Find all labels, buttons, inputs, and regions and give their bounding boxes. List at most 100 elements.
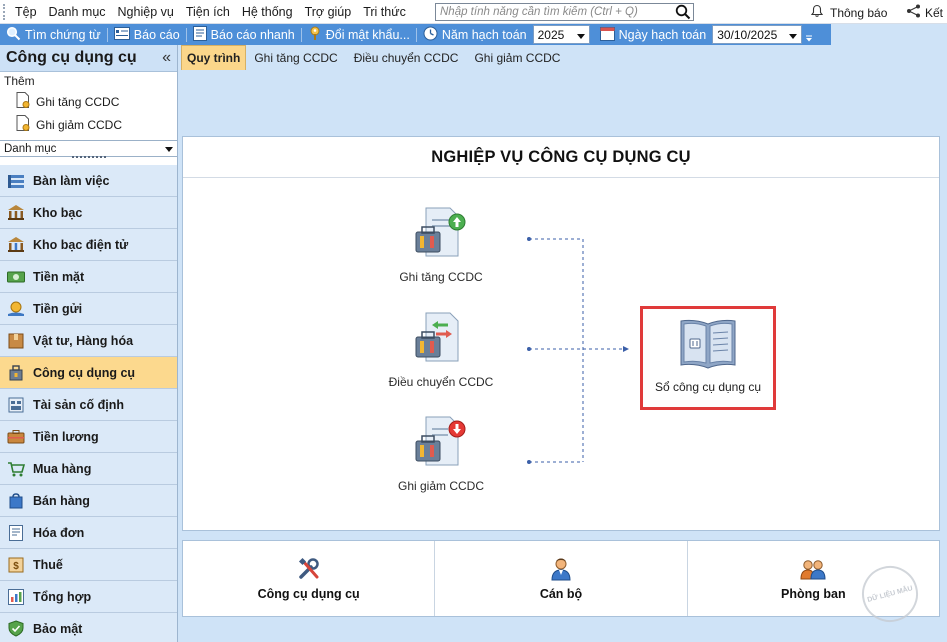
bell-icon [810,4,824,21]
toolbar-overflow-button[interactable] [802,24,816,45]
nav-deposit[interactable]: Tiền gửi [0,293,177,325]
nav-salary[interactable]: Tiền lương [0,421,177,453]
collapse-sidebar-button[interactable]: « [162,49,171,67]
fixed-asset-icon [7,396,25,414]
tax-icon: $ [7,556,25,574]
notification-button[interactable]: Thông báo [810,4,887,21]
add-decrease-tool-link[interactable]: Ghi giảm CCDC [0,113,177,136]
tab-workflow[interactable]: Quy trình [181,45,247,70]
nav-invoice[interactable]: Hóa đơn [0,517,177,549]
posting-date-select[interactable]: 30/10/2025 [712,25,803,44]
tools-icon [7,364,25,382]
treasury-icon [7,204,25,222]
workflow-panel: NGHIỆP VỤ CÔNG CỤ DỤNG CỤ Ghi tăng CCDC [182,136,940,531]
staff-category-link[interactable]: Cán bộ [435,541,688,616]
search-icon[interactable] [673,4,693,20]
invoice-icon [7,524,25,542]
connect-label: Kết [925,5,944,20]
tools-category-link[interactable]: Công cụ dụng cụ [183,541,436,616]
wrench-screwdriver-icon [298,557,319,579]
report-label: Báo cáo [133,27,180,42]
nav-desk[interactable]: Bàn làm việc [0,165,177,197]
nav-label: Thuế [33,557,63,572]
nav-security[interactable]: Bảo mật [0,613,177,642]
nav-label: Hóa đơn [33,525,85,540]
nav-label: Tổng hợp [33,589,92,604]
menu-help[interactable]: Trợ giúp [299,5,358,19]
nav-tax[interactable]: $ Thuế [0,549,177,581]
nav-label: Kho bạc [33,205,83,220]
nav-treasury[interactable]: Kho bạc [0,197,177,229]
page-title: NGHIỆP VỤ CÔNG CỤ DỤNG CỤ [183,137,939,178]
menu-knowledge[interactable]: Tri thức [357,5,412,19]
add-increase-tool-link[interactable]: Ghi tăng CCDC [0,90,177,113]
nav-label: Công cụ dụng cụ [33,365,136,380]
nav-tools[interactable]: Công cụ dụng cụ [0,357,177,389]
transfer-tool-label: Điều chuyển CCDC [388,375,494,389]
find-voucher-label: Tìm chứng từ [25,27,101,42]
tool-ledger-node[interactable]: Sổ công cụ dụng cụ [640,306,776,410]
nav-cash[interactable]: Tiền mặt [0,261,177,293]
connect-button[interactable]: Kết [906,4,943,21]
menu-bar: Tệp Danh mục Nghiệp vụ Tiện ích Hệ thống… [0,0,947,24]
add-decrease-tool-label: Ghi giảm CCDC [36,117,123,132]
increase-tool-label: Ghi tăng CCDC [399,270,483,284]
nav-label: Bán hàng [33,493,90,508]
deposit-icon [7,300,25,318]
increase-tool-node[interactable]: Ghi tăng CCDC [371,206,511,284]
chevron-down-icon [789,28,798,42]
add-section-label: Thêm [4,74,35,88]
menu-file[interactable]: Tệp [9,5,43,19]
person-icon [551,558,571,580]
module-nav: Bàn làm việc Kho bạc Kho bạc điện tử Tiề… [0,165,177,642]
sales-icon [7,492,25,510]
search-input[interactable] [436,4,673,20]
nav-summary[interactable]: Tổng hợp [0,581,177,613]
find-voucher-button[interactable]: Tìm chứng từ [0,24,107,45]
magnifier-icon [6,26,21,44]
sidebar: Công cụ dụng cụ « Thêm Ghi tăng CCDC Ghi… [0,45,178,642]
sidebar-title: Công cụ dụng cụ [6,49,137,66]
chevron-down-icon [576,28,585,42]
category-dropdown-label: Danh mục [4,142,57,155]
nav-label: Tài sản cố định [33,397,124,412]
nav-e-treasury[interactable]: Kho bạc điện tử [0,229,177,261]
report-button[interactable]: Báo cáo [108,24,186,45]
decrease-tool-label: Ghi giảm CCDC [397,479,484,493]
document-transfer-icon [415,312,459,362]
nav-label: Bảo mật [33,621,83,636]
quick-report-button[interactable]: Báo cáo nhanh [187,24,301,45]
people-group-icon [800,559,826,579]
tab-transfer[interactable]: Điều chuyển CCDC [346,45,467,70]
posting-date-label-group: Ngày hạch toán [594,24,713,45]
category-dropdown[interactable]: Danh mục [0,140,177,160]
nav-label: Tiền mặt [33,269,85,284]
nav-sales[interactable]: Bán hàng [0,485,177,517]
tab-increase[interactable]: Ghi tăng CCDC [246,45,345,70]
nav-fixed-assets[interactable]: Tài sản cố định [0,389,177,421]
open-book-icon [680,319,736,369]
fiscal-year-select[interactable]: 2025 [532,25,590,44]
flow-connectors [527,237,629,464]
decrease-tool-node[interactable]: Ghi giảm CCDC [371,415,511,493]
splitter-grip[interactable] [72,156,106,160]
menu-category[interactable]: Danh mục [43,5,112,19]
posting-date-label: Ngày hạch toán [618,27,707,42]
nav-goods[interactable]: Vật tư, Hàng hóa [0,325,177,357]
tools-category-label: Công cụ dụng cụ [257,586,360,601]
share-network-icon [906,4,922,21]
svg-text:$: $ [13,561,19,572]
menu-operations[interactable]: Nghiệp vụ [112,5,180,19]
nav-purchase[interactable]: Mua hàng [0,453,177,485]
quick-report-icon [192,25,207,44]
change-password-button[interactable]: Đổi mật khẩu... [302,24,416,45]
document-coin-icon [16,92,30,111]
e-treasury-icon [7,236,25,254]
tab-decrease[interactable]: Ghi giảm CCDC [466,45,568,70]
document-up-icon [415,207,466,257]
menu-utilities[interactable]: Tiện ích [180,5,236,19]
quick-report-label: Báo cáo nhanh [210,27,295,42]
menu-system[interactable]: Hệ thống [236,5,299,19]
toolbar: Tìm chứng từ Báo cáo Báo cáo nhanh Đổi m… [0,24,831,45]
transfer-tool-node[interactable]: Điều chuyển CCDC [371,311,511,389]
